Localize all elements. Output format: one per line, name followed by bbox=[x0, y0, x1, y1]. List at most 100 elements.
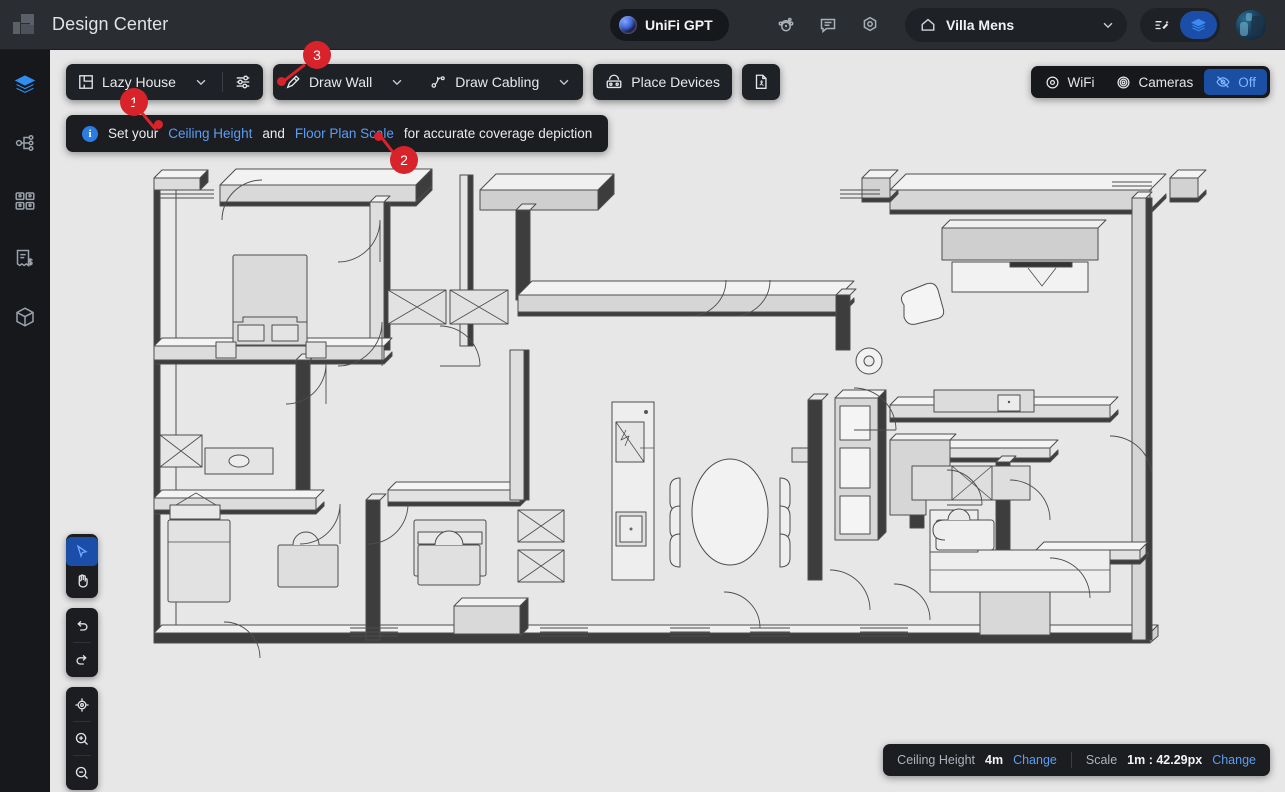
home-icon bbox=[921, 18, 935, 31]
view-toggle-wifi[interactable]: WiFi bbox=[1034, 69, 1105, 95]
place-devices-button[interactable]: Place Devices bbox=[593, 64, 732, 100]
pan-tool-button[interactable] bbox=[66, 566, 98, 595]
info-icon: i bbox=[82, 125, 98, 142]
banner-text-before: Set your bbox=[108, 126, 159, 141]
redo-icon bbox=[76, 654, 87, 665]
scale-label: Scale bbox=[1085, 753, 1118, 767]
view-toggle-toolbar: WiFi Cameras Off bbox=[1031, 66, 1270, 98]
floorplan-chevron-down-icon[interactable] bbox=[188, 75, 222, 89]
draw-cabling-button[interactable]: Draw Cabling bbox=[416, 64, 551, 100]
export-pdf-group bbox=[741, 64, 780, 100]
view-toggle-wifi-label: WiFi bbox=[1067, 74, 1095, 90]
clients-icon bbox=[15, 192, 35, 210]
magic-wand-icon-button[interactable] bbox=[1143, 11, 1180, 39]
sidebar-item-billing[interactable] bbox=[8, 242, 42, 276]
camera-lens-icon bbox=[1117, 75, 1131, 89]
annotation-marker-3: 3 bbox=[277, 41, 331, 86]
tool-divider bbox=[73, 755, 91, 756]
ceiling-height-link[interactable]: Ceiling Height bbox=[168, 126, 252, 141]
zoom-out-icon bbox=[75, 766, 88, 779]
header-icon-group bbox=[770, 9, 886, 41]
user-avatar[interactable] bbox=[1236, 10, 1266, 40]
draw-cabling-chevron-down-icon[interactable] bbox=[551, 75, 583, 89]
pdf-file-icon bbox=[755, 74, 767, 89]
undo-icon bbox=[77, 620, 88, 631]
chevron-down-icon bbox=[1103, 22, 1113, 29]
scale-value: 1m : 42.29px bbox=[1127, 753, 1203, 767]
hand-icon bbox=[78, 573, 88, 588]
main-toolbar: Lazy House Draw Wall Draw Cabling Place … bbox=[66, 64, 780, 100]
draw-wall-button[interactable]: Draw Wall bbox=[273, 64, 384, 100]
settings-hex-icon[interactable] bbox=[854, 9, 886, 41]
view-toggle-off[interactable]: Off bbox=[1204, 69, 1267, 95]
ceiling-height-change-button[interactable]: Change bbox=[1013, 753, 1057, 767]
export-pdf-button[interactable] bbox=[742, 64, 780, 100]
place-devices-group: Place Devices bbox=[593, 64, 732, 100]
site-selector[interactable]: Villa Mens bbox=[905, 8, 1127, 42]
redo-button[interactable] bbox=[66, 645, 98, 674]
cube-icon bbox=[16, 307, 34, 327]
tool-divider bbox=[73, 721, 91, 722]
zoom-in-button[interactable] bbox=[66, 724, 98, 753]
annotation-marker-2: 2 bbox=[374, 132, 418, 174]
canvas-status-bar: Ceiling Height 4m Change Scale 1m : 42.2… bbox=[883, 744, 1270, 776]
zoom-tool-group bbox=[66, 687, 98, 790]
unifi-logo-icon bbox=[13, 13, 39, 36]
eye-off-icon bbox=[1216, 76, 1230, 88]
floorplan-settings-icon[interactable] bbox=[223, 64, 263, 100]
recenter-button[interactable] bbox=[66, 690, 98, 719]
layers-icon-button[interactable] bbox=[1180, 11, 1217, 39]
sidebar-item-topology[interactable] bbox=[8, 126, 42, 160]
view-toggle-off-label: Off bbox=[1238, 74, 1256, 90]
sidebar-item-layers[interactable] bbox=[8, 68, 42, 102]
floorplan-icon bbox=[79, 75, 93, 89]
status-divider bbox=[1070, 752, 1072, 768]
gpt-button-wrap: UniFi GPT bbox=[610, 9, 729, 41]
annotation-marker-1: 1 bbox=[120, 88, 163, 131]
ceiling-height-label: Ceiling Height bbox=[897, 753, 975, 767]
annotation-number-2: 2 bbox=[390, 146, 418, 174]
chat-icon[interactable] bbox=[812, 9, 844, 41]
gpt-orb-icon bbox=[619, 16, 637, 34]
app-header: Design Center UniFi GPT Villa Mens bbox=[0, 0, 1285, 50]
undo-button[interactable] bbox=[66, 611, 98, 640]
app-logo[interactable] bbox=[0, 0, 52, 50]
scale-change-button[interactable]: Change bbox=[1212, 753, 1256, 767]
unifi-gpt-button[interactable]: UniFi GPT bbox=[610, 9, 729, 41]
cabling-icon bbox=[431, 75, 445, 88]
tool-divider bbox=[73, 642, 91, 643]
floorplan-canvas[interactable] bbox=[50, 50, 1285, 792]
banner-text-middle: and bbox=[262, 126, 285, 141]
select-tool-button[interactable] bbox=[66, 537, 98, 566]
sliders-icon bbox=[236, 75, 250, 89]
wifi-signal-icon bbox=[1046, 75, 1060, 89]
support-agent-icon[interactable] bbox=[770, 9, 802, 41]
view-toggle-cameras[interactable]: Cameras bbox=[1105, 69, 1204, 95]
left-sidebar bbox=[0, 50, 50, 792]
ceiling-height-value: 4m bbox=[985, 753, 1004, 767]
annotation-endpoint bbox=[154, 120, 163, 129]
site-name-label: Villa Mens bbox=[946, 17, 1015, 33]
gpt-button-label: UniFi GPT bbox=[645, 17, 713, 33]
draw-wall-label: Draw Wall bbox=[308, 74, 373, 90]
annotation-number-3: 3 bbox=[303, 41, 331, 69]
history-tool-group bbox=[66, 608, 98, 677]
pointer-tool-group bbox=[66, 534, 98, 598]
zoom-in-icon bbox=[75, 732, 88, 745]
sidebar-item-clients[interactable] bbox=[8, 184, 42, 218]
invoice-icon bbox=[16, 249, 33, 267]
crosshair-icon bbox=[75, 697, 89, 712]
header-mode-toggle-group bbox=[1140, 8, 1220, 42]
annotation-endpoint bbox=[277, 77, 286, 86]
draw-cabling-label: Draw Cabling bbox=[455, 74, 540, 90]
sidebar-item-3d-view[interactable] bbox=[8, 300, 42, 334]
draw-wall-group: Draw Wall Draw Cabling bbox=[272, 64, 584, 100]
banner-text-after: for accurate coverage depiction bbox=[403, 126, 593, 141]
floorplan-selector-group: Lazy House bbox=[66, 64, 263, 100]
annotation-endpoint bbox=[374, 132, 383, 141]
zoom-out-button[interactable] bbox=[66, 758, 98, 787]
layers-icon bbox=[14, 75, 36, 94]
place-devices-label: Place Devices bbox=[631, 74, 720, 90]
draw-wall-chevron-down-icon[interactable] bbox=[384, 75, 416, 89]
topology-icon bbox=[15, 134, 34, 152]
